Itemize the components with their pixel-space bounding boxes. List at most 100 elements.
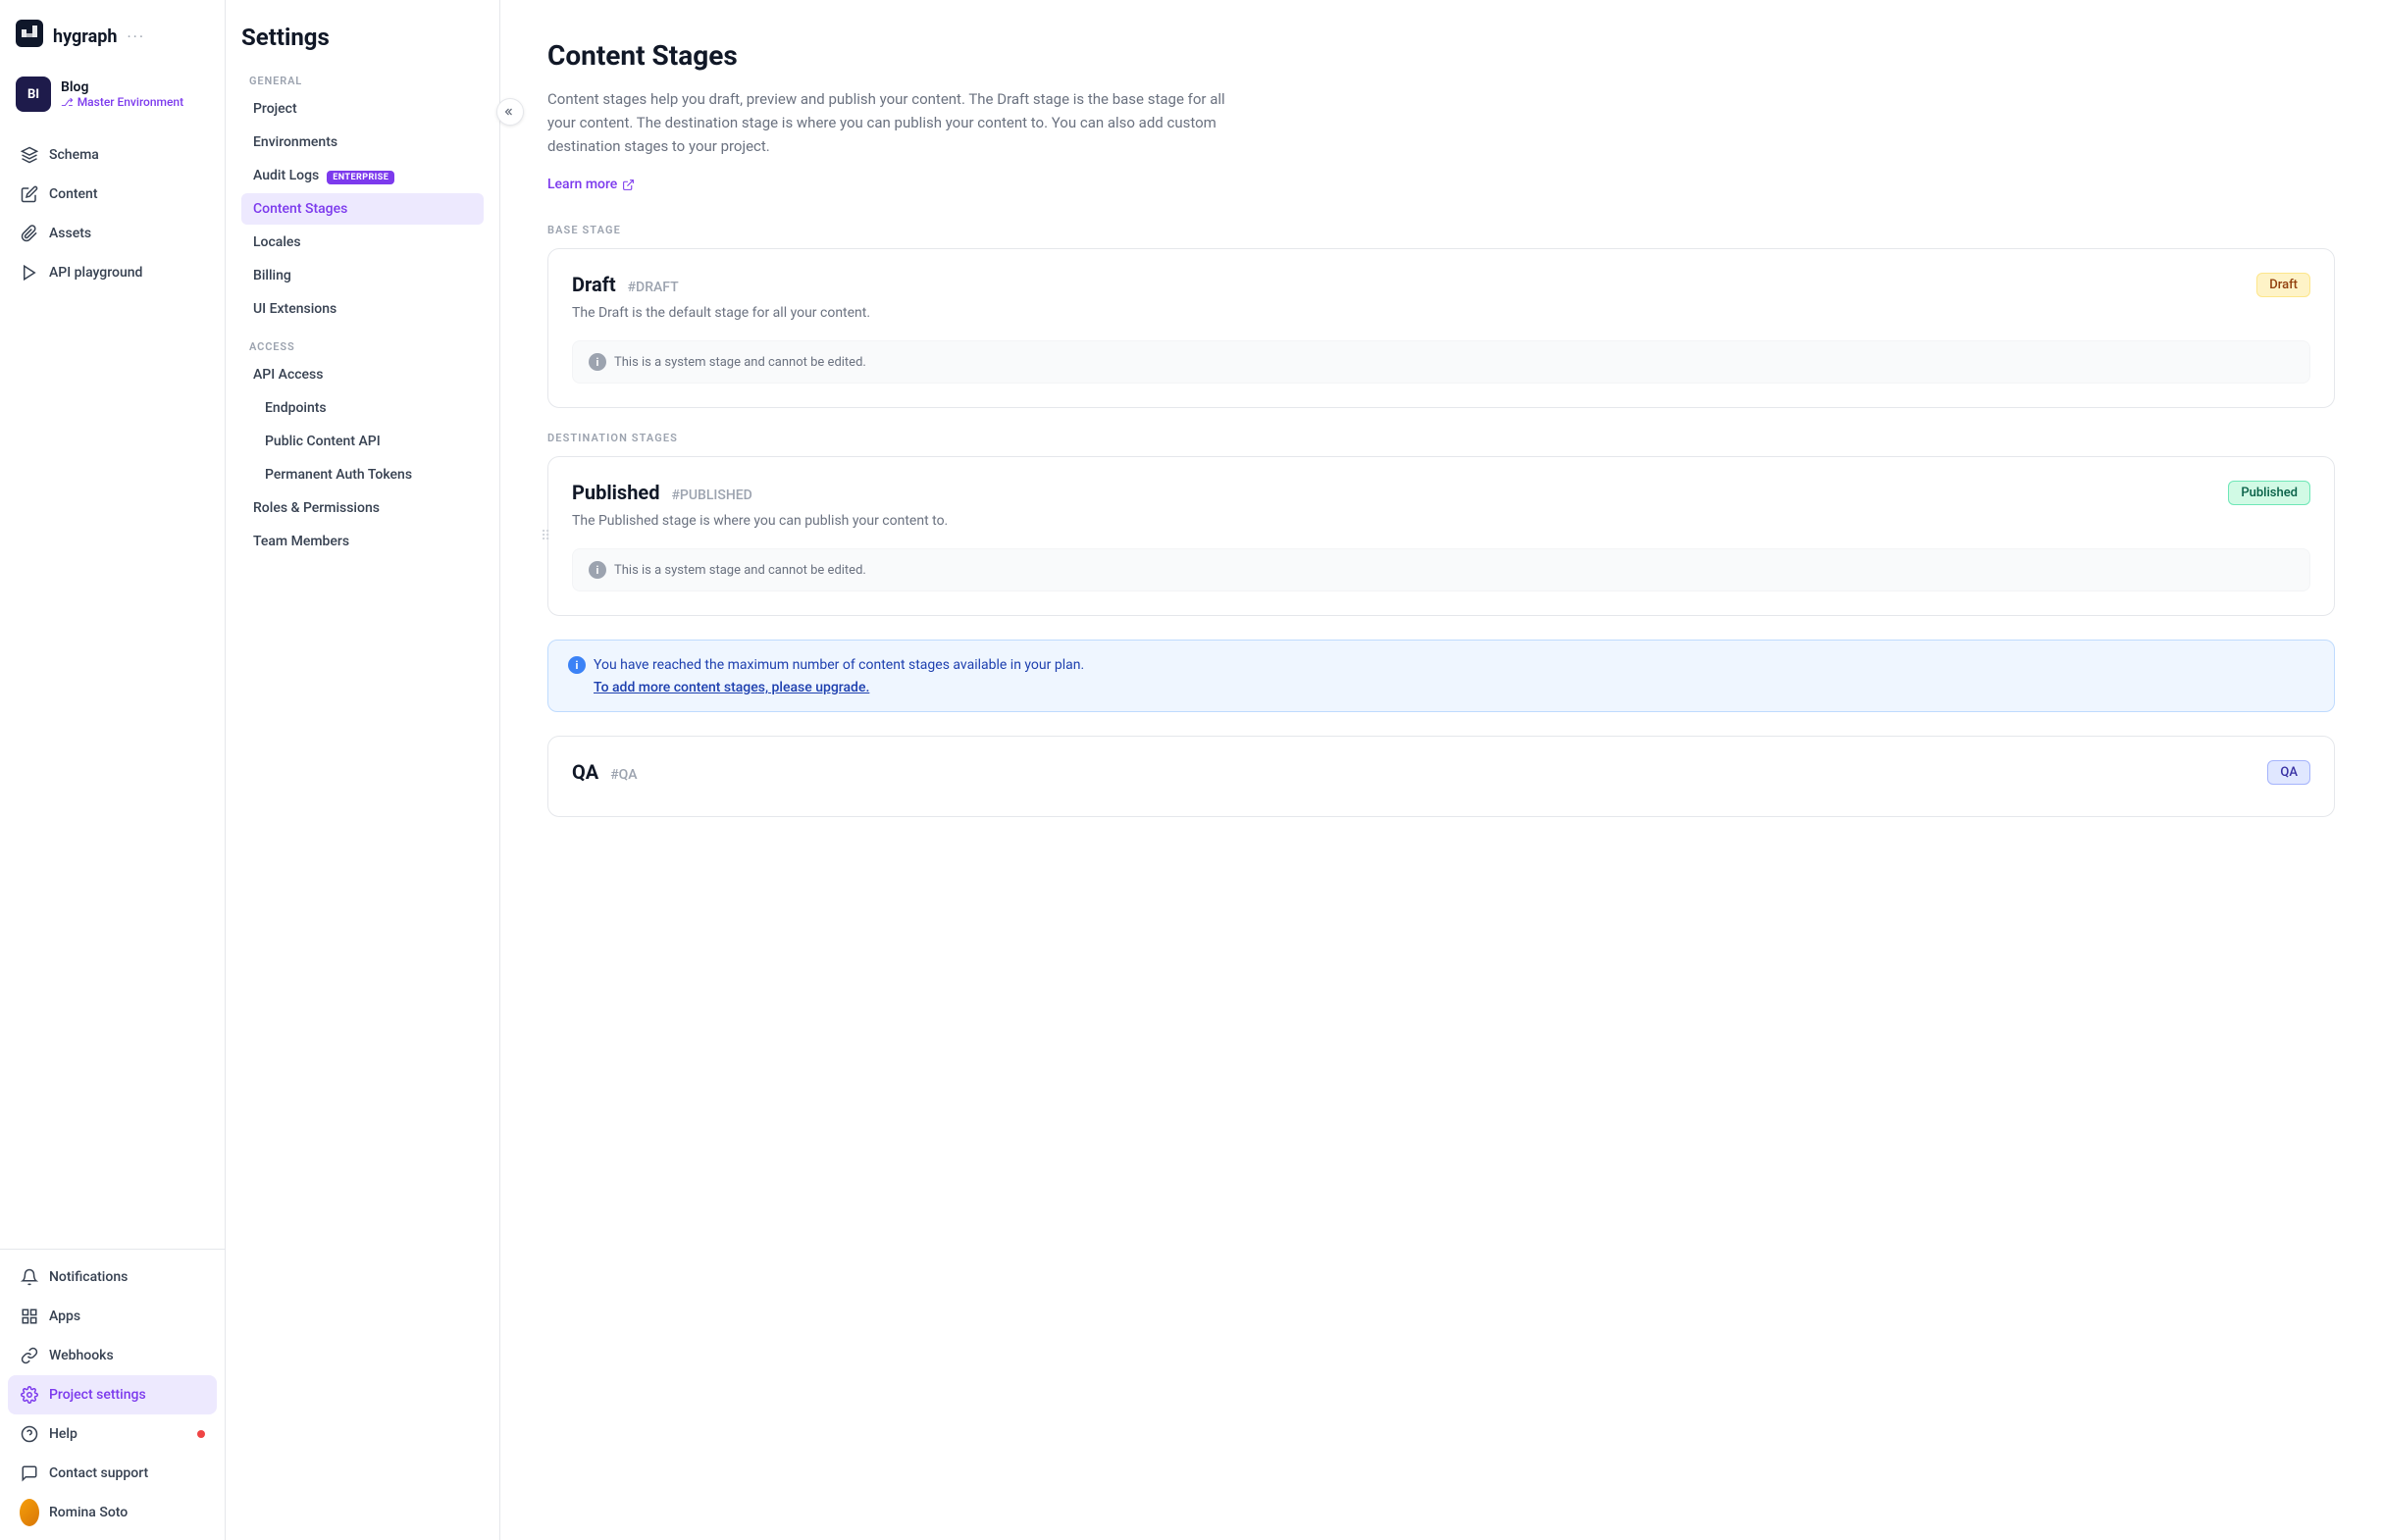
qa-stage-hash: #QA (610, 767, 637, 783)
sidebar-item-webhooks[interactable]: Webhooks (8, 1336, 217, 1375)
sidebar-navigation: Schema Content Assets API playground (0, 128, 225, 1249)
info-icon: i (589, 353, 606, 371)
page-description: Content stages help you draft, preview a… (547, 87, 1234, 158)
settings-item-environments[interactable]: Environments (241, 127, 484, 158)
sidebar-item-user[interactable]: Romina Soto (8, 1493, 217, 1532)
published-stage-info: i This is a system stage and cannot be e… (572, 548, 2310, 591)
upgrade-notice-text: You have reached the maximum number of c… (594, 657, 1084, 673)
settings-item-ui-extensions[interactable]: UI Extensions (241, 293, 484, 325)
settings-item-locales[interactable]: Locales (241, 227, 484, 258)
play-icon (20, 263, 39, 282)
access-section-label: ACCESS (241, 340, 484, 353)
project-selector[interactable]: BI Blog ⎇ Master Environment (0, 69, 225, 128)
project-avatar: BI (16, 77, 51, 112)
settings-title: Settings (241, 24, 484, 51)
published-stage-hash: #PUBLISHED (671, 488, 751, 503)
schema-label: Schema (49, 147, 99, 163)
drag-handle[interactable]: ⠿ (541, 529, 550, 544)
draft-stage-title-area: Draft #DRAFT (572, 273, 679, 296)
qa-stage-card: QA #QA QA (547, 736, 2335, 817)
grid-icon (20, 1307, 39, 1326)
upgrade-notice: i You have reached the maximum number of… (547, 640, 2335, 712)
upgrade-link[interactable]: To add more content stages, please upgra… (594, 680, 2314, 695)
env-label: Master Environment (78, 95, 183, 109)
help-label: Help (49, 1426, 78, 1442)
draft-stage-badge: Draft (2256, 273, 2310, 297)
upgrade-notice-row: i You have reached the maximum number of… (568, 656, 2314, 674)
user-avatar-icon (20, 1503, 39, 1522)
settings-item-team-members[interactable]: Team Members (241, 526, 484, 557)
logo-dots: ··· (127, 27, 145, 46)
settings-item-project[interactable]: Project (241, 93, 484, 125)
edit-icon (20, 184, 39, 204)
sidebar-item-project-settings[interactable]: Project settings (8, 1375, 217, 1414)
layers-icon (20, 145, 39, 165)
sidebar-bottom: Notifications Apps Webhooks Project sett… (0, 1249, 225, 1540)
sidebar-item-contact-support[interactable]: Contact support (8, 1454, 217, 1493)
api-playground-label: API playground (49, 265, 142, 281)
sidebar-item-apps[interactable]: Apps (8, 1297, 217, 1336)
project-settings-label: Project settings (49, 1387, 146, 1403)
main-content: Content Stages Content stages help you d… (500, 0, 2382, 1540)
hygraph-logo (16, 20, 43, 53)
learn-more-link[interactable]: Learn more (547, 177, 635, 192)
published-stage-card: ⠿ Published #PUBLISHED Published The Pub… (547, 456, 2335, 616)
left-sidebar: hygraph ··· BI Blog ⎇ Master Environment… (0, 0, 226, 1540)
settings-item-content-stages[interactable]: Content Stages (241, 193, 484, 225)
env-icon: ⎇ (61, 96, 74, 109)
logo-text: hygraph (53, 26, 117, 47)
published-info-icon: i (589, 561, 606, 579)
qa-stage-badge: QA (2267, 760, 2310, 785)
settings-item-roles-permissions[interactable]: Roles & Permissions (241, 492, 484, 524)
project-env: ⎇ Master Environment (61, 95, 183, 109)
project-name: Blog (61, 79, 183, 95)
gear-icon (20, 1385, 39, 1405)
contact-support-label: Contact support (49, 1465, 148, 1481)
published-stage-title-area: Published #PUBLISHED (572, 481, 752, 504)
learn-more-text: Learn more (547, 177, 617, 192)
sidebar-item-schema[interactable]: Schema (8, 135, 217, 175)
destination-stages-label: DESTINATION STAGES (547, 432, 2335, 444)
published-stage-badge: Published (2228, 481, 2310, 505)
general-section-label: GENERAL (241, 75, 484, 87)
draft-stage-info: i This is a system stage and cannot be e… (572, 340, 2310, 384)
enterprise-badge: ENTERPRISE (327, 171, 394, 184)
project-info: Blog ⎇ Master Environment (61, 79, 183, 109)
help-icon (20, 1424, 39, 1444)
published-stage-title: Published (572, 481, 659, 504)
sidebar-item-api-playground[interactable]: API playground (8, 253, 217, 292)
sidebar-item-notifications[interactable]: Notifications (8, 1258, 217, 1297)
sidebar-item-help[interactable]: Help (8, 1414, 217, 1454)
help-notification-dot (197, 1430, 205, 1438)
settings-panel: Settings GENERAL Project Environments Au… (226, 0, 500, 1540)
settings-item-api-access[interactable]: API Access (241, 359, 484, 390)
sidebar-item-content[interactable]: Content (8, 175, 217, 214)
page-title: Content Stages (547, 39, 2335, 72)
settings-item-permanent-auth-tokens[interactable]: Permanent Auth Tokens (241, 459, 484, 490)
assets-icon (20, 224, 39, 243)
draft-stage-card: Draft #DRAFT Draft The Draft is the defa… (547, 248, 2335, 408)
sidebar-item-assets[interactable]: Assets (8, 214, 217, 253)
collapse-sidebar-button[interactable] (496, 98, 524, 126)
settings-item-audit-logs[interactable]: Audit LogsENTERPRISE (241, 160, 484, 191)
published-stage-description: The Published stage is where you can pub… (572, 513, 2310, 529)
assets-label: Assets (49, 226, 91, 241)
base-stage-label: BASE STAGE (547, 224, 2335, 236)
message-icon (20, 1463, 39, 1483)
settings-item-public-content-api[interactable]: Public Content API (241, 426, 484, 457)
qa-stage-title: QA (572, 760, 598, 784)
published-system-notice: This is a system stage and cannot be edi… (614, 563, 866, 578)
apps-label: Apps (49, 1309, 80, 1324)
webhooks-label: Webhooks (49, 1348, 114, 1363)
notifications-label: Notifications (49, 1269, 128, 1285)
bell-icon (20, 1267, 39, 1287)
logo-area[interactable]: hygraph ··· (0, 0, 225, 69)
draft-stage-hash: #DRAFT (628, 280, 679, 295)
draft-system-notice: This is a system stage and cannot be edi… (614, 355, 866, 370)
user-name-label: Romina Soto (49, 1505, 128, 1520)
draft-stage-description: The Draft is the default stage for all y… (572, 305, 2310, 321)
webhook-icon (20, 1346, 39, 1365)
settings-item-billing[interactable]: Billing (241, 260, 484, 291)
settings-item-endpoints[interactable]: Endpoints (241, 392, 484, 424)
content-label: Content (49, 186, 98, 202)
